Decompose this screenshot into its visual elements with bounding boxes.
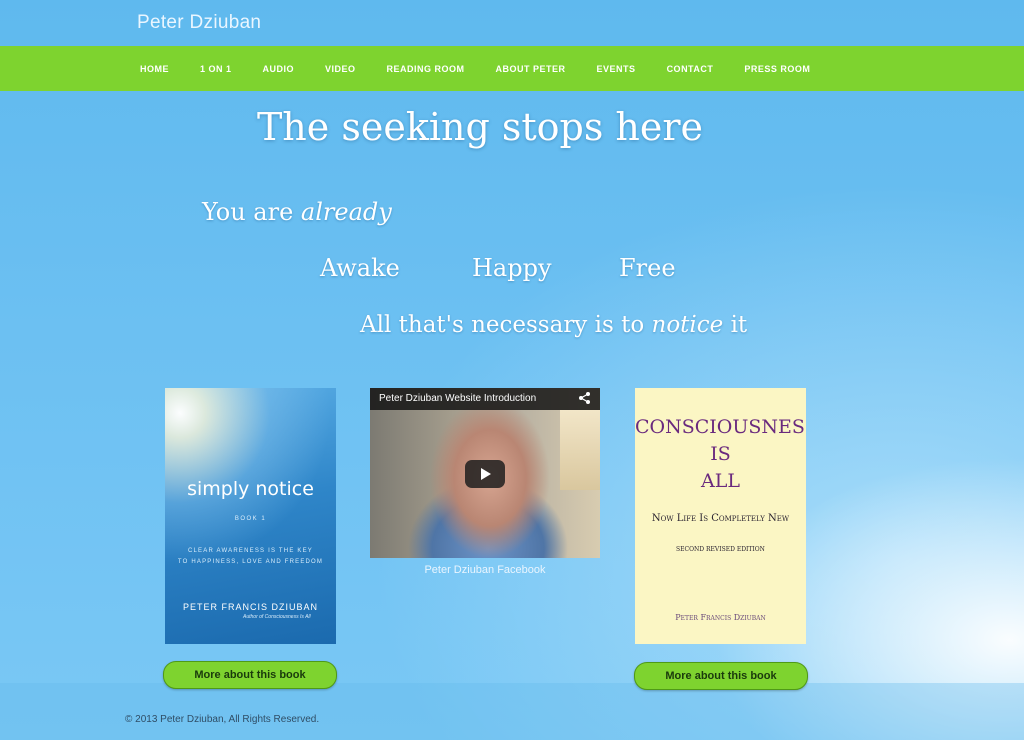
book2-title-2: IS [710,443,731,465]
nav-contact[interactable]: CONTACT [667,64,714,74]
nav-about-peter[interactable]: ABOUT PETER [496,64,566,74]
site-title[interactable]: Peter Dziuban [137,12,261,34]
hero-line-notice-suffix: it [723,312,748,338]
nav-home[interactable]: HOME [140,64,169,74]
book1-title: simply notice [187,478,314,500]
hero-line-notice-prefix: All that's necessary is to [360,312,652,338]
video-player[interactable]: Peter Dziuban Website Introduction [370,388,600,558]
nav-1on1[interactable]: 1 ON 1 [200,64,232,74]
book1-more-button[interactable]: More about this book [163,661,337,689]
copyright-text: © 2013 Peter Dziuban, All Rights Reserve… [125,714,320,725]
book-cover-consciousness-is-all[interactable]: CONSCIOUSNESS IS ALL Now Life Is Complet… [635,388,806,644]
play-button[interactable] [465,460,505,488]
footer-strip [0,683,1024,740]
play-icon [481,468,491,480]
book2-author: Peter Francis Dziuban [675,613,766,622]
hero-headline: The seeking stops here [256,105,704,149]
nav-video[interactable]: VIDEO [325,64,356,74]
book1-tagline: CLEAR AWARENESS IS THE KEY TO HAPPINESS,… [177,546,324,568]
book2-edition: SECOND REVISED EDITION [676,546,765,553]
video-lamp-background [560,410,600,490]
video-title[interactable]: Peter Dziuban Website Introduction [379,393,536,404]
hero-line-notice-emphasis: notice [651,312,724,338]
book1-byline: Author of Consciousness Is All [243,614,311,620]
book-cover-simply-notice[interactable]: simply notice BOOK 1 CLEAR AWARENESS IS … [165,388,336,644]
book2-more-button[interactable]: More about this book [634,662,808,690]
nav-list: HOME 1 ON 1 AUDIO VIDEO READING ROOM ABO… [140,46,810,91]
hero-line-already-emphasis: already [300,198,392,226]
hero-line-notice: All that's necessary is to notice it [360,312,747,338]
video-caption-link[interactable]: Peter Dziuban Facebook [370,564,600,576]
hero-word-awake: Awake [320,254,400,282]
hero-line-already-text: You are [202,198,301,226]
book2-title: CONSCIOUSNESS IS ALL [635,414,806,495]
video-title-bar: Peter Dziuban Website Introduction [370,388,600,410]
book2-title-3: ALL [701,470,740,492]
share-icon[interactable] [578,391,592,405]
book1-tagline-1: CLEAR AWARENESS IS THE KEY [187,548,313,554]
book1-tagline-2: TO HAPPINESS, LOVE AND FREEDOM [177,559,324,565]
book1-author: PETER FRANCIS DZIUBAN [182,602,318,612]
nav-audio[interactable]: AUDIO [263,64,295,74]
hero-word-happy: Happy [472,254,552,282]
book2-subtitle: Now Life Is Completely New [651,513,790,524]
book2-title-1: CONSCIOUSNESS [635,416,806,438]
hero-word-free: Free [619,254,676,282]
nav-events[interactable]: EVENTS [597,64,636,74]
nav-reading-room[interactable]: READING ROOM [387,64,465,74]
hero-line-already: You are already [202,198,392,226]
book1-subtitle: BOOK 1 [234,516,267,522]
nav-press-room[interactable]: PRESS ROOM [744,64,810,74]
navbar: HOME 1 ON 1 AUDIO VIDEO READING ROOM ABO… [0,46,1024,91]
